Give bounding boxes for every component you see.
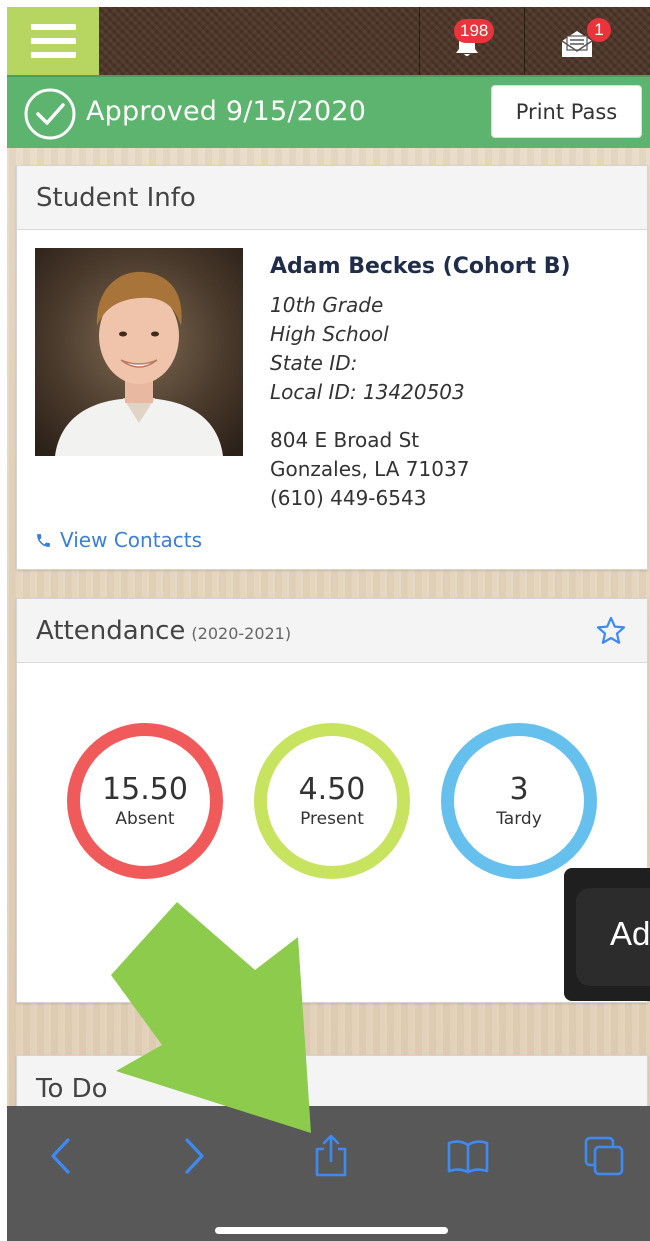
messages-button[interactable]: 1 xyxy=(525,7,625,75)
student-grade: 10th Grade xyxy=(270,293,384,317)
present-stat: 4.50 Present xyxy=(254,723,410,879)
browser-toolbar xyxy=(7,1106,650,1241)
present-label: Present xyxy=(300,809,364,829)
student-phone: (610) 449-6543 xyxy=(270,486,427,510)
address-line-1: 804 E Broad St xyxy=(270,428,420,452)
student-photo xyxy=(35,248,243,456)
view-contacts-label: View Contacts xyxy=(60,528,203,552)
bookmarks-button[interactable] xyxy=(440,1128,496,1184)
notifications-badge: 198 xyxy=(454,19,495,43)
tardy-label: Tardy xyxy=(496,809,542,829)
home-indicator[interactable] xyxy=(215,1227,448,1234)
share-button[interactable] xyxy=(303,1128,359,1184)
absent-value: 15.50 xyxy=(102,772,188,807)
chevron-left-icon xyxy=(51,1138,70,1174)
messages-badge: 1 xyxy=(587,18,611,42)
tabs-button[interactable] xyxy=(576,1128,632,1184)
back-button[interactable] xyxy=(32,1128,88,1184)
print-pass-button[interactable]: Print Pass xyxy=(491,85,642,138)
student-local-id: Local ID: 13420503 xyxy=(270,380,465,404)
hamburger-icon xyxy=(30,24,76,30)
view-contacts-link[interactable]: View Contacts xyxy=(35,528,202,552)
absent-stat: 15.50 Absent xyxy=(67,723,223,879)
absent-label: Absent xyxy=(115,809,175,829)
top-navigation-bar: 198 1 xyxy=(7,7,650,75)
approval-status-text: Approved 9/15/2020 xyxy=(86,96,367,127)
student-info-card: Student Info Adam Beckes (Cohort B) 10th… xyxy=(16,165,648,570)
notifications-button[interactable]: 198 xyxy=(420,7,520,75)
approval-status-bar: Approved 9/15/2020 Print Pass xyxy=(7,75,650,148)
address-line-2: Gonzales, LA 71037 xyxy=(270,457,470,481)
student-info-title: Student Info xyxy=(36,183,196,213)
attendance-title: Attendance xyxy=(36,616,186,646)
check-circle-icon xyxy=(24,88,76,140)
chevron-right-icon xyxy=(185,1138,204,1174)
phone-icon xyxy=(37,533,50,547)
tabs-icon xyxy=(584,1136,624,1176)
app-frame: 198 1 Approved 9/15/2020 Print Pass Stud… xyxy=(7,7,650,1241)
hamburger-menu-button[interactable] xyxy=(7,7,99,75)
tardy-value: 3 xyxy=(509,772,529,807)
share-icon xyxy=(315,1134,347,1177)
book-icon xyxy=(447,1140,489,1174)
popup-text: Ad xyxy=(610,915,650,952)
forward-button[interactable] xyxy=(167,1128,223,1184)
popup-overlay[interactable]: Ad xyxy=(564,868,650,1001)
student-name: Adam Beckes (Cohort B) xyxy=(270,254,571,279)
student-school: High School xyxy=(270,322,389,346)
student-state-id: State ID: xyxy=(270,351,358,375)
attendance-year: (2020-2021) xyxy=(191,624,292,643)
attendance-header: Attendance (2020-2021) xyxy=(17,599,647,663)
attendance-card: Attendance (2020-2021) 15.50 Absent 4.50 … xyxy=(16,598,648,1003)
todo-title: To Do xyxy=(36,1074,108,1104)
tardy-stat: 3 Tardy xyxy=(441,723,597,879)
star-icon[interactable] xyxy=(595,615,627,647)
present-value: 4.50 xyxy=(298,772,366,807)
student-info-header: Student Info xyxy=(17,166,647,230)
